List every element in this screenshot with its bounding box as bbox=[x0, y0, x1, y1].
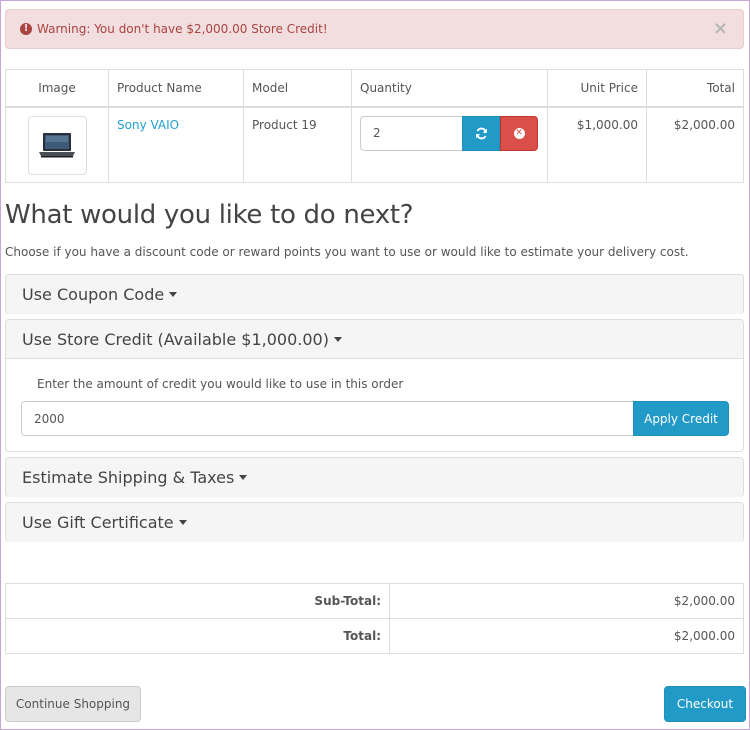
remove-circle-icon: ✕ bbox=[513, 127, 525, 139]
header-model: Model bbox=[243, 69, 352, 108]
close-icon[interactable]: × bbox=[713, 20, 728, 38]
quantity-cell: ✕ bbox=[351, 106, 548, 183]
coupon-panel: Use Coupon Code bbox=[5, 274, 744, 314]
checkout-button[interactable]: Checkout bbox=[664, 686, 746, 722]
cart-table: Image Product Name Model Quantity Unit P… bbox=[5, 69, 744, 183]
totals-table: Sub-Total: $2,000.00 Total: $2,000.00 bbox=[5, 583, 744, 654]
subtotal-label: Sub-Total: bbox=[5, 583, 390, 619]
credit-input-group: Apply Credit bbox=[21, 401, 729, 436]
apply-credit-button[interactable]: Apply Credit bbox=[633, 401, 729, 436]
warning-alert: ! Warning: You don't have $2,000.00 Stor… bbox=[5, 9, 744, 49]
total-label: Total: bbox=[5, 618, 390, 654]
header-unit-price: Unit Price bbox=[547, 69, 647, 108]
coupon-panel-toggle[interactable]: Use Coupon Code bbox=[6, 275, 743, 314]
gift-certificate-panel: Use Gift Certificate bbox=[5, 502, 744, 542]
total-value: $2,000.00 bbox=[389, 618, 744, 654]
subtotal-value: $2,000.00 bbox=[389, 583, 744, 619]
store-credit-panel: Use Store Credit (Available $1,000.00) E… bbox=[5, 319, 744, 452]
caret-down-icon bbox=[239, 475, 248, 480]
product-name-cell: Sony VAIO bbox=[108, 106, 244, 183]
quantity-input[interactable] bbox=[360, 115, 462, 151]
store-credit-panel-title: Use Store Credit (Available $1,000.00) bbox=[22, 329, 329, 349]
cart-header-row: Image Product Name Model Quantity Unit P… bbox=[5, 69, 744, 108]
shipping-panel-toggle[interactable]: Estimate Shipping & Taxes bbox=[6, 458, 743, 497]
refresh-icon bbox=[475, 127, 487, 139]
alert-message: Warning: You don't have $2,000.00 Store … bbox=[37, 22, 328, 36]
coupon-panel-title: Use Coupon Code bbox=[22, 285, 165, 304]
row-total: $2,000.00 bbox=[646, 106, 744, 183]
update-quantity-button[interactable] bbox=[462, 115, 500, 151]
laptop-icon bbox=[39, 133, 75, 158]
shipping-panel-title: Estimate Shipping & Taxes bbox=[22, 468, 235, 487]
header-image: Image bbox=[5, 69, 109, 108]
table-row: Sony VAIO Product 19 ✕ bbox=[5, 106, 744, 183]
quantity-group: ✕ bbox=[360, 115, 539, 151]
caret-down-icon bbox=[169, 292, 178, 297]
unit-price: $1,000.00 bbox=[547, 106, 647, 183]
credit-amount-input[interactable] bbox=[21, 401, 633, 436]
gift-certificate-panel-toggle[interactable]: Use Gift Certificate bbox=[6, 503, 743, 542]
caret-down-icon bbox=[178, 520, 187, 525]
product-image-cell bbox=[5, 106, 109, 183]
caret-down-icon bbox=[333, 336, 342, 342]
table-row: Total: $2,000.00 bbox=[5, 618, 744, 654]
store-credit-panel-toggle[interactable]: Use Store Credit (Available $1,000.00) bbox=[6, 320, 743, 359]
header-total: Total bbox=[646, 69, 744, 108]
shipping-panel: Estimate Shipping & Taxes bbox=[5, 457, 744, 497]
product-thumbnail[interactable] bbox=[27, 115, 87, 175]
product-model: Product 19 bbox=[243, 106, 352, 183]
header-quantity: Quantity bbox=[351, 69, 548, 108]
header-product-name: Product Name bbox=[108, 69, 244, 108]
credit-amount-label: Enter the amount of credit you would lik… bbox=[37, 377, 404, 391]
continue-shopping-button[interactable]: Continue Shopping bbox=[5, 686, 141, 722]
product-link[interactable]: Sony VAIO bbox=[117, 118, 179, 132]
exclamation-circle-icon: ! bbox=[20, 23, 32, 35]
table-row: Sub-Total: $2,000.00 bbox=[5, 583, 744, 619]
next-heading: What would you like to do next? bbox=[5, 200, 414, 230]
next-intro: Choose if you have a discount code or re… bbox=[5, 245, 689, 259]
gift-certificate-panel-title: Use Gift Certificate bbox=[22, 513, 174, 532]
remove-item-button[interactable]: ✕ bbox=[500, 115, 538, 151]
